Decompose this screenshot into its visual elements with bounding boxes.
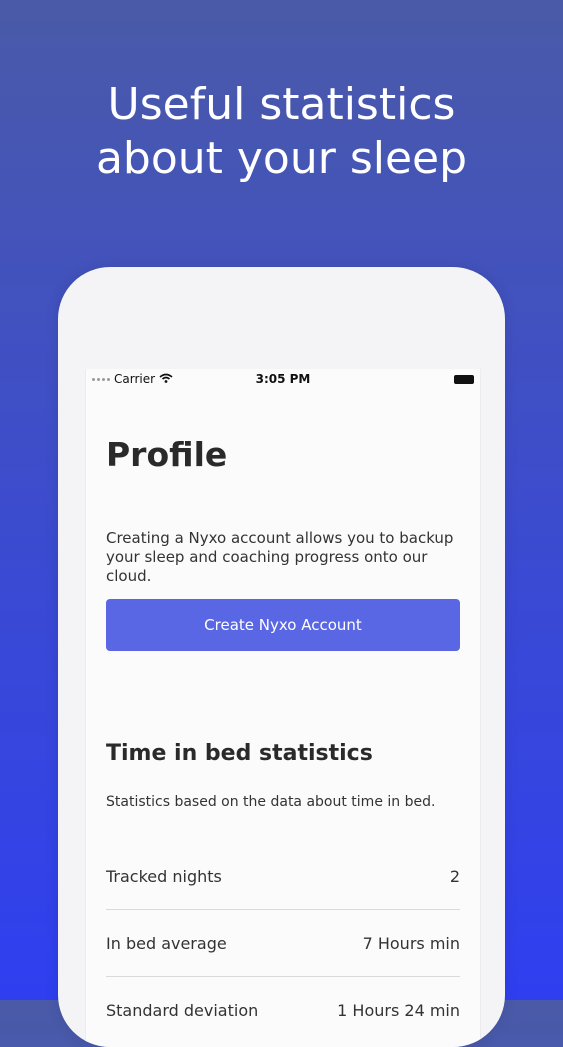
- profile-description: Creating a Nyxo account allows you to ba…: [106, 529, 454, 585]
- time-in-bed-title: Time in bed statistics: [106, 741, 373, 766]
- stat-row-tracked-nights: Tracked nights 2: [106, 843, 460, 909]
- headline: Useful statistics about your sleep: [0, 78, 563, 186]
- phone-screen: Carrier 3:05 PM Profile Creating a Nyxo …: [85, 369, 481, 1047]
- status-bar: Carrier 3:05 PM: [86, 369, 480, 391]
- battery-icon: [454, 375, 474, 384]
- status-time: 3:05 PM: [255, 372, 311, 386]
- create-account-button[interactable]: Create Nyxo Account: [106, 599, 460, 651]
- stat-label: Tracked nights: [106, 866, 222, 886]
- stat-value: 2: [449, 866, 460, 886]
- stat-value: 1 Hours 24 min: [337, 1000, 460, 1020]
- headline-line-2: about your sleep: [95, 133, 468, 184]
- phone-frame: Carrier 3:05 PM Profile Creating a Nyxo …: [58, 267, 505, 1047]
- time-in-bed-description: Statistics based on the data about time …: [106, 794, 436, 810]
- stat-label: In bed average: [106, 933, 227, 953]
- page-title: Profile: [106, 435, 228, 474]
- headline-line-1: Useful statistics: [107, 79, 456, 130]
- stats-list: Tracked nights 2 In bed average 7 Hours …: [106, 843, 460, 1043]
- stat-value: 7 Hours min: [362, 933, 460, 953]
- stat-label: Standard deviation: [106, 1000, 259, 1020]
- stat-row-standard-deviation: Standard deviation 1 Hours 24 min: [106, 977, 460, 1043]
- stat-row-in-bed-average: In bed average 7 Hours min: [106, 910, 460, 976]
